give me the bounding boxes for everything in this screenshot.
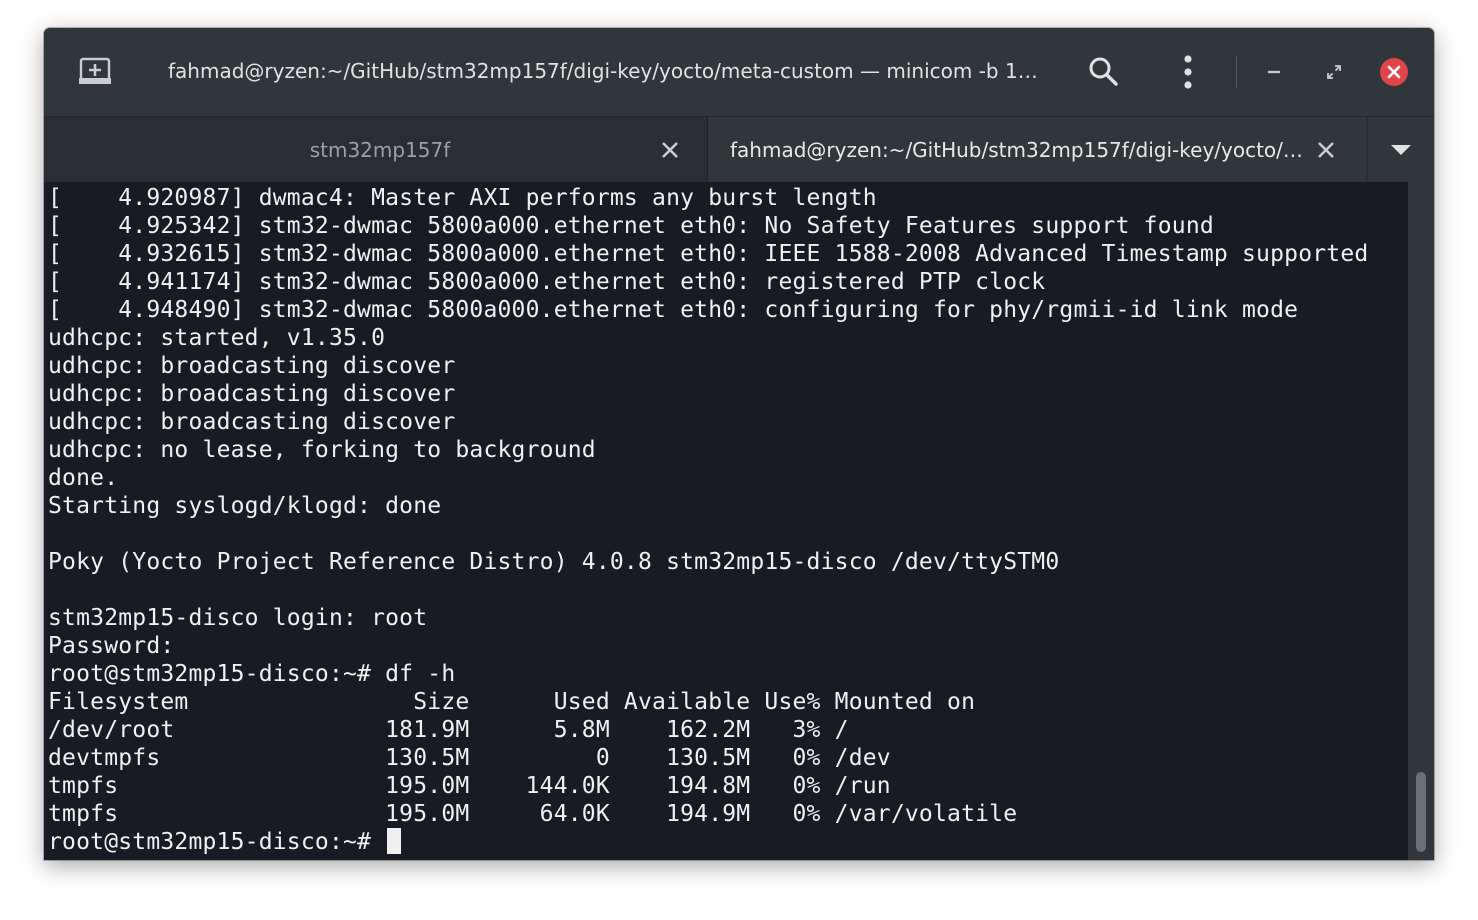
titlebar-separator xyxy=(1236,56,1237,88)
restore-icon[interactable] xyxy=(1318,56,1350,88)
terminal-line: udhcpc: broadcasting discover xyxy=(48,409,456,435)
terminal-line: [ 4.932615] stm32-dwmac 5800a000.etherne… xyxy=(48,241,1369,267)
tab-minicom-session[interactable]: fahmad@ryzen:~/GitHub/stm32mp157f/digi-k… xyxy=(708,117,1366,183)
tab-list-chevron-down-icon[interactable] xyxy=(1368,117,1434,183)
terminal-line: done. xyxy=(48,465,119,491)
terminal-line: Filesystem Size Used Available Use% Moun… xyxy=(48,689,976,715)
terminal-line: [ 4.920987] dwmac4: Master AXI performs … xyxy=(48,185,877,211)
kebab-menu-icon[interactable] xyxy=(1168,52,1208,92)
terminal-line: Starting syslogd/klogd: done xyxy=(48,493,442,519)
tab-label: stm32mp157f xyxy=(309,138,451,162)
terminal-line: [ 4.948490] stm32-dwmac 5800a000.etherne… xyxy=(48,297,1299,323)
terminal-line: stm32mp15-disco login: root xyxy=(48,605,428,631)
terminal-line: [ 4.925342] stm32-dwmac 5800a000.etherne… xyxy=(48,213,1214,239)
tab-close-icon[interactable] xyxy=(658,138,682,162)
tab-bar: stm32mp157f fahmad@ryzen:~/GitHub/stm32m… xyxy=(44,116,1434,183)
minimize-icon[interactable] xyxy=(1258,56,1290,88)
prompt-line[interactable]: root@stm32mp15-disco:~# xyxy=(48,827,1404,856)
scrollbar-thumb[interactable] xyxy=(1416,772,1426,852)
terminal-line: /dev/root 181.9M 5.8M 162.2M 3% / xyxy=(48,717,849,743)
terminal-line: Poky (Yocto Project Reference Distro) 4.… xyxy=(48,549,1060,575)
terminal-line: Password: xyxy=(48,633,189,659)
window-title: fahmad@ryzen:~/GitHub/stm32mp157f/digi-k… xyxy=(168,59,1048,83)
terminal-line: [ 4.941174] stm32-dwmac 5800a000.etherne… xyxy=(48,269,1046,295)
new-tab-icon[interactable] xyxy=(78,56,112,86)
text-cursor xyxy=(387,827,402,854)
terminal-line: root@stm32mp15-disco:~# df -h xyxy=(48,661,456,687)
terminal-line: udhcpc: broadcasting discover xyxy=(48,353,456,379)
scrollbar[interactable] xyxy=(1408,182,1434,860)
tab-label: fahmad@ryzen:~/GitHub/stm32mp157f/digi-k… xyxy=(730,138,1304,162)
terminal-lines: [ 4.920987] dwmac4: Master AXI performs … xyxy=(48,184,1404,856)
terminal-line: udhcpc: no lease, forking to background xyxy=(48,437,596,463)
close-icon[interactable] xyxy=(1378,56,1410,88)
terminal-output[interactable]: [ 4.920987] dwmac4: Master AXI performs … xyxy=(44,182,1434,860)
terminal-line: devtmpfs 130.5M 0 130.5M 0% /dev xyxy=(48,745,891,771)
terminal-window: fahmad@ryzen:~/GitHub/stm32mp157f/digi-k… xyxy=(44,28,1434,860)
terminal-line: tmpfs 195.0M 144.0K 194.8M 0% /run xyxy=(48,773,891,799)
search-icon[interactable] xyxy=(1084,52,1124,92)
terminal-line: udhcpc: broadcasting discover xyxy=(48,381,456,407)
terminal-line: tmpfs 195.0M 64.0K 194.9M 0% /var/volati… xyxy=(48,801,1018,827)
terminal-line: udhcpc: started, v1.35.0 xyxy=(48,325,386,351)
title-bar: fahmad@ryzen:~/GitHub/stm32mp157f/digi-k… xyxy=(44,28,1434,116)
tab-close-icon[interactable] xyxy=(1314,138,1338,162)
shell-prompt: root@stm32mp15-disco:~# xyxy=(48,829,386,855)
tab-stm32mp157f[interactable]: stm32mp157f xyxy=(44,117,708,183)
